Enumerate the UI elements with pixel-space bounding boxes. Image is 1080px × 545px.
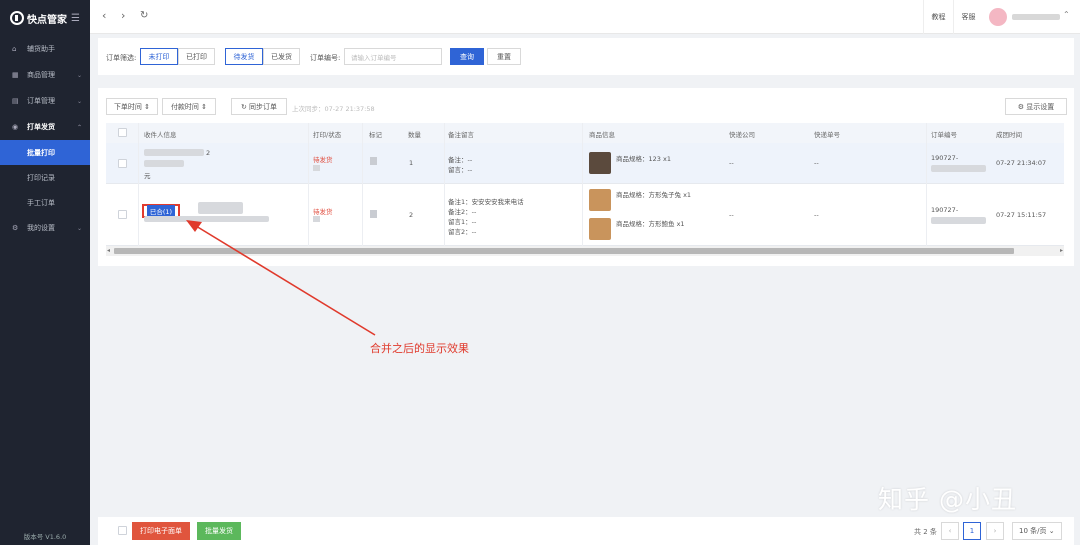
select-all-bottom-checkbox[interactable] <box>118 526 127 535</box>
page-number[interactable]: 1 <box>963 522 981 540</box>
annotation-arrow <box>186 220 376 336</box>
next-page-button[interactable]: › <box>986 522 1004 540</box>
total-count: 共 2 条 <box>914 528 937 536</box>
annotation-text: 合并之后的显示效果 <box>370 342 469 355</box>
page-size-value: 10 条/页 <box>1019 527 1047 535</box>
bottom-bar: 打印电子面单 批量发货 共 2 条 ‹ 1 › 10 条/页 ⌄ <box>98 517 1074 545</box>
prev-page-button[interactable]: ‹ <box>941 522 959 540</box>
watermark: 知乎 @小丑 <box>878 485 1017 514</box>
batch-ship-button[interactable]: 批量发货 <box>197 522 241 540</box>
page-size-select[interactable]: 10 条/页 ⌄ <box>1012 522 1062 540</box>
print-waybill-button[interactable]: 打印电子面单 <box>132 522 190 540</box>
